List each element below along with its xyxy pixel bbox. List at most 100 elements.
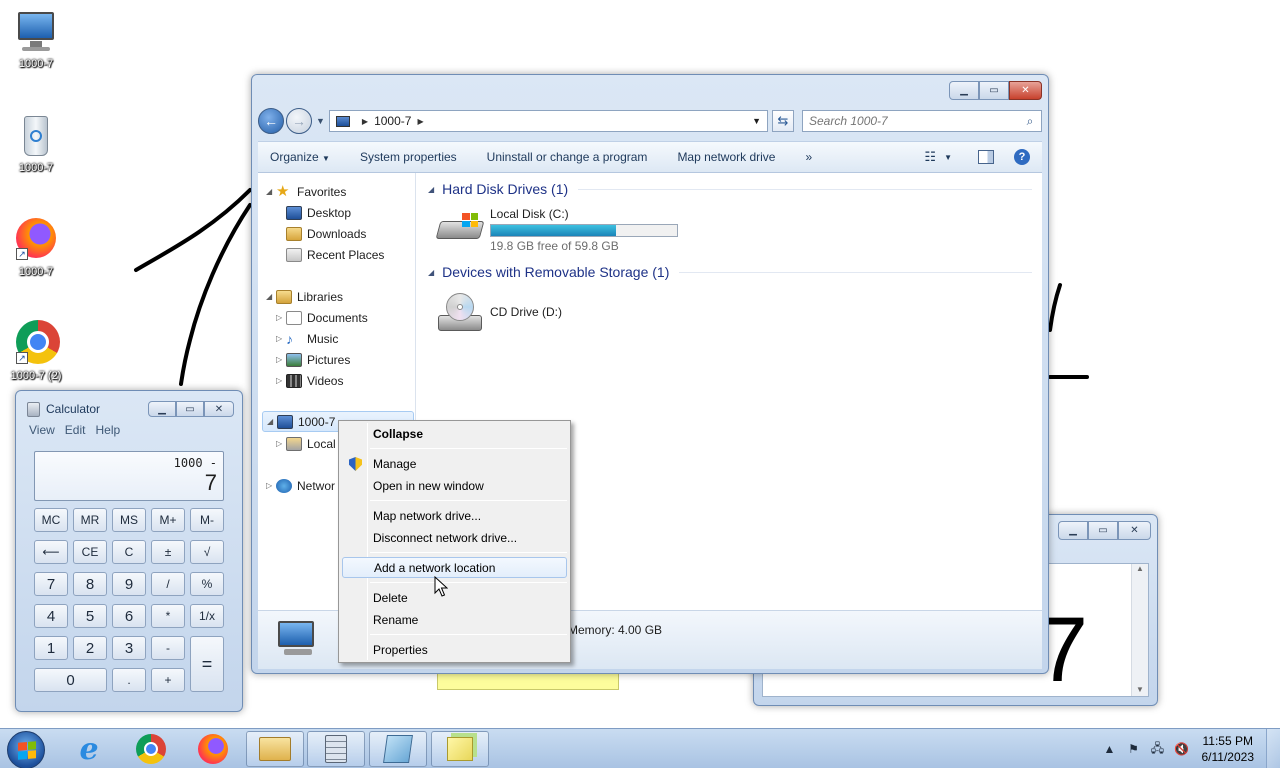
close-button[interactable]: ✕ (204, 401, 234, 417)
calculator-window[interactable]: Calculator ▁ ▭ ✕ View Edit Help 1000 - 7… (15, 390, 243, 712)
taskbar-sticky-notes[interactable] (431, 731, 489, 767)
tree-item-recent-places[interactable]: Recent Places (276, 244, 384, 265)
key-mc[interactable]: MC (34, 508, 68, 532)
maximize-button[interactable]: ▭ (176, 401, 204, 417)
desktop-icon-chrome[interactable]: ↗ 1000-7 (2) (0, 320, 72, 382)
tree-item-downloads[interactable]: Downloads (276, 223, 366, 244)
refresh-button[interactable]: ⇆ (772, 110, 794, 132)
key-5[interactable]: 5 (73, 604, 107, 628)
tree-item-local-disk[interactable]: ▷ Local (276, 433, 336, 454)
breadcrumb-location[interactable]: 1000-7 (374, 114, 411, 128)
key-4[interactable]: 4 (34, 604, 68, 628)
menu-edit[interactable]: Edit (65, 423, 86, 441)
organize-button[interactable]: Organize ▼ (270, 150, 330, 164)
maximize-button[interactable]: ▭ (979, 81, 1009, 100)
key-7[interactable]: 7 (34, 572, 68, 596)
tree-item-documents[interactable]: ▷ Documents (276, 307, 368, 328)
minimize-button[interactable]: ▁ (148, 401, 176, 417)
search-input[interactable] (809, 114, 1019, 128)
menu-item-map-network-drive[interactable]: Map network drive... (342, 505, 567, 526)
key-m-minus[interactable]: M- (190, 508, 224, 532)
recent-pages-dropdown[interactable]: ▼ (316, 116, 325, 126)
key-3[interactable]: 3 (112, 636, 146, 660)
taskbar-notepad[interactable] (369, 731, 427, 767)
desktop-icon-computer[interactable]: 1000-7 (0, 8, 72, 70)
key-m-plus[interactable]: M+ (151, 508, 185, 532)
group-header-hard-disks[interactable]: ◢ Hard Disk Drives (1) (428, 181, 1032, 197)
search-icon[interactable]: ⌕ (1019, 114, 1041, 129)
key-2[interactable]: 2 (73, 636, 107, 660)
show-hidden-icons-icon[interactable]: ▲ (1102, 741, 1118, 757)
expand-arrow-icon[interactable]: ▷ (266, 481, 276, 490)
tree-item-network[interactable]: ▷ Networ (266, 475, 335, 496)
menu-item-open-new-window[interactable]: Open in new window (342, 475, 567, 496)
menu-view[interactable]: View (29, 423, 55, 441)
key-6[interactable]: 6 (112, 604, 146, 628)
key-8[interactable]: 8 (73, 572, 107, 596)
scrollbar[interactable]: ▲ ▼ (1131, 564, 1148, 696)
tree-item-desktop[interactable]: Desktop (276, 202, 351, 223)
desktop-icon-recycle-bin[interactable]: 1000-7 (0, 112, 72, 174)
expand-arrow-icon[interactable]: ▷ (276, 439, 286, 448)
menu-item-collapse[interactable]: Collapse (342, 423, 567, 444)
key-add[interactable]: + (151, 668, 185, 692)
expand-arrow-icon[interactable]: ◢ (267, 417, 277, 426)
tree-item-pictures[interactable]: ▷ Pictures (276, 349, 350, 370)
view-options-icon[interactable]: ☷ (924, 149, 936, 165)
uninstall-program-button[interactable]: Uninstall or change a program (487, 150, 648, 164)
action-center-flag-icon[interactable]: ⚑ (1126, 741, 1142, 757)
start-button[interactable] (7, 731, 45, 768)
key-percent[interactable]: % (190, 572, 224, 596)
key-decimal[interactable]: . (112, 668, 146, 692)
key-9[interactable]: 9 (112, 572, 146, 596)
collapse-arrow-icon[interactable]: ◢ (428, 185, 434, 194)
taskbar-calculator[interactable] (307, 731, 365, 767)
clock[interactable]: 11:55 PM 6/11/2023 (1202, 733, 1255, 765)
desktop-icon-firefox[interactable]: ↗ 1000-7 (0, 216, 72, 278)
volume-muted-icon[interactable]: 🔇 (1174, 741, 1190, 757)
more-commands-button[interactable]: » (805, 150, 812, 164)
collapse-arrow-icon[interactable]: ◢ (428, 268, 434, 277)
group-header-removable[interactable]: ◢ Devices with Removable Storage (1) (428, 264, 1032, 280)
expand-arrow-icon[interactable]: ▷ (276, 313, 286, 322)
menu-item-manage[interactable]: Manage (342, 453, 567, 474)
drive-d[interactable]: CD Drive (D:) (436, 293, 562, 333)
tree-item-music[interactable]: ▷ ♪ Music (276, 328, 338, 349)
close-button[interactable]: ✕ (1118, 521, 1151, 540)
system-properties-button[interactable]: System properties (360, 150, 457, 164)
tree-item-libraries[interactable]: ◢ Libraries (266, 286, 343, 307)
map-network-drive-button[interactable]: Map network drive (677, 150, 775, 164)
key-subtract[interactable]: - (151, 636, 185, 660)
minimize-button[interactable]: ▁ (949, 81, 979, 100)
help-icon[interactable]: ? (1014, 149, 1030, 165)
menu-help[interactable]: Help (95, 423, 120, 441)
key-c[interactable]: C (112, 540, 146, 564)
key-equals[interactable]: = (190, 636, 224, 692)
expand-arrow-icon[interactable]: ◢ (266, 187, 276, 196)
key-ce[interactable]: CE (73, 540, 107, 564)
taskbar-internet-explorer[interactable]: e (60, 731, 118, 767)
preview-pane-icon[interactable] (978, 150, 994, 164)
menu-item-disconnect-network-drive[interactable]: Disconnect network drive... (342, 527, 567, 548)
taskbar-firefox[interactable] (184, 731, 242, 767)
expand-arrow-icon[interactable]: ▷ (276, 334, 286, 343)
menu-item-properties[interactable]: Properties (342, 639, 567, 660)
show-desktop-button[interactable] (1266, 729, 1280, 768)
menu-item-add-network-location[interactable]: Add a network location (342, 557, 567, 578)
key-mr[interactable]: MR (73, 508, 107, 532)
breadcrumb-arrow-icon[interactable]: ▶ (417, 117, 423, 126)
key-plus-minus[interactable]: ± (151, 540, 185, 564)
address-bar[interactable]: ▶ 1000-7 ▶ ▼ (328, 110, 768, 132)
expand-arrow-icon[interactable]: ▷ (276, 355, 286, 364)
chevron-down-icon[interactable]: ▼ (944, 153, 952, 162)
taskbar-explorer[interactable] (246, 731, 304, 767)
drive-c[interactable]: Local Disk (C:) 19.8 GB free of 59.8 GB (435, 207, 678, 253)
key-0[interactable]: 0 (34, 668, 107, 692)
minimize-button[interactable]: ▁ (1058, 521, 1088, 540)
search-box[interactable]: ⌕ (802, 110, 1042, 132)
key-divide[interactable]: / (151, 572, 185, 596)
breadcrumb-arrow-icon[interactable]: ▶ (362, 117, 368, 126)
menu-item-rename[interactable]: Rename (342, 609, 567, 630)
back-button[interactable]: ← (258, 108, 284, 134)
key-ms[interactable]: MS (112, 508, 146, 532)
